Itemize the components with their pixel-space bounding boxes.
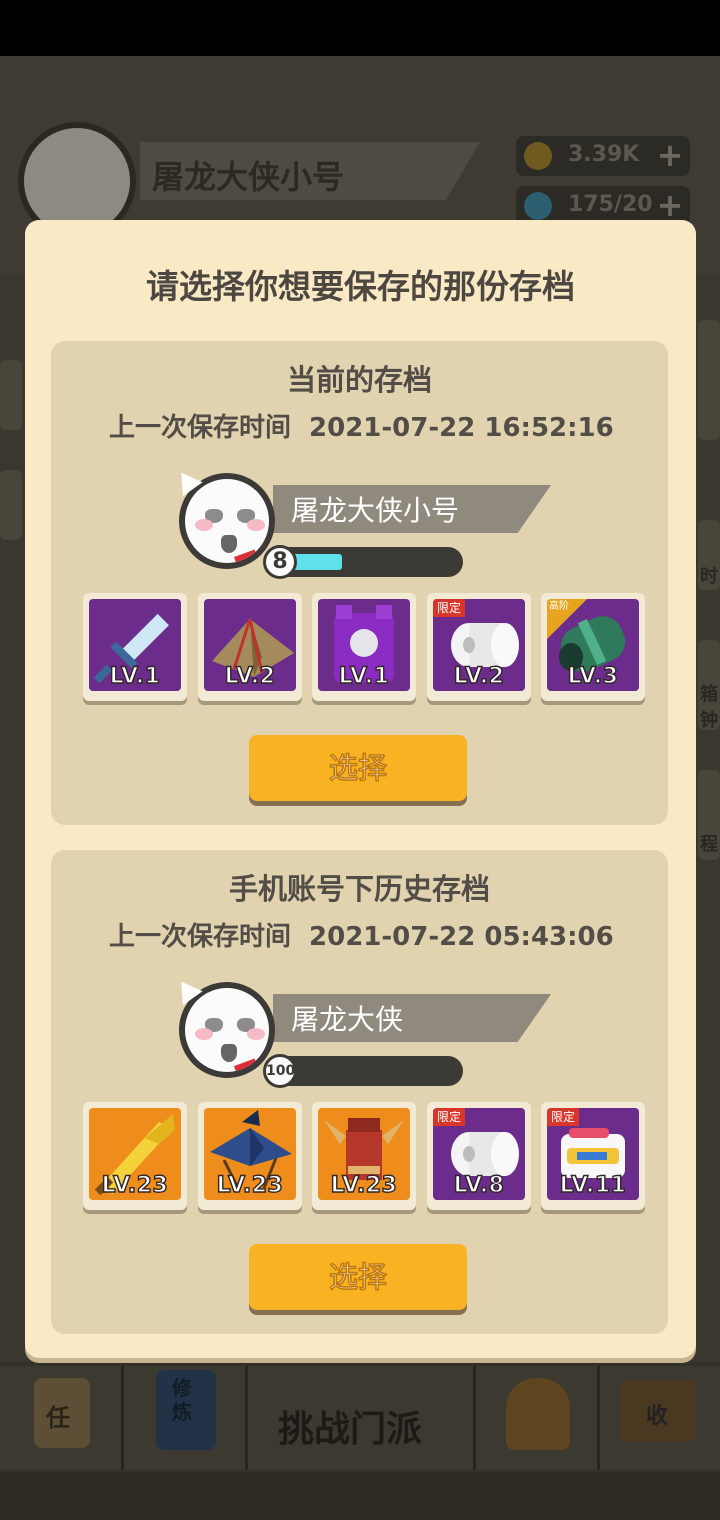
item-tile-hat[interactable]: LV.2: [198, 593, 302, 701]
avatar-blush-left: [195, 1028, 213, 1040]
select-current-save-button[interactable]: 选择: [249, 735, 467, 801]
side-label-clock: 钟: [700, 710, 718, 731]
item-level: LV.23: [101, 1172, 169, 1198]
item-level: LV.3: [567, 663, 619, 689]
item-level: LV.11: [559, 1172, 627, 1198]
level-progress-bar: [273, 1056, 463, 1086]
right-side-button-4[interactable]: 程: [698, 770, 720, 860]
side-label-time: 时: [700, 566, 718, 587]
history-save-card: 手机账号下历史存档 上一次保存时间 2021-07-22 05:43:06 屠龙大…: [51, 850, 668, 1334]
avatar-blush-left: [195, 519, 213, 531]
item-level: LV.1: [109, 663, 161, 689]
item-level: LV.2: [453, 663, 505, 689]
right-side-button-3[interactable]: 箱 钟: [698, 640, 720, 731]
nav-helmet[interactable]: [476, 1366, 600, 1470]
right-side-button-2[interactable]: 时: [698, 520, 720, 590]
task-icon-label: 任: [46, 1404, 70, 1432]
item-background: LV.23: [89, 1108, 181, 1200]
left-side-button-2[interactable]: [0, 470, 22, 540]
save-card-title: 手机账号下历史存档: [228, 872, 490, 906]
background-player-name: 屠龙大侠小号: [152, 158, 345, 196]
add-coins-button[interactable]: +: [654, 139, 686, 172]
house-icon: 收: [620, 1380, 696, 1442]
coin-amount: 3.39K: [568, 142, 640, 167]
dialog-title: 请选择你想要保存的那份存档: [146, 267, 575, 306]
right-side-button-1[interactable]: [698, 320, 720, 440]
helmet-icon: [506, 1378, 570, 1450]
add-energy-button[interactable]: +: [654, 189, 686, 222]
side-label-journey: 程: [700, 834, 718, 855]
item-tile-golden-sword[interactable]: LV.23: [83, 1102, 187, 1210]
coin-icon: [524, 142, 552, 170]
nav-task[interactable]: 任: [0, 1366, 124, 1470]
save-time-value: 2021-07-22 05:43:06: [309, 922, 614, 952]
item-background: 高阶 LV.3: [547, 599, 639, 691]
energy-icon: [524, 192, 552, 220]
side-label-box: 箱: [700, 684, 718, 705]
select-history-save-button[interactable]: 选择: [249, 1244, 467, 1310]
item-tile-umbrella-hat[interactable]: LV.23: [198, 1102, 302, 1210]
level-badge: 100: [263, 1054, 297, 1088]
item-tile-armor[interactable]: LV.1: [312, 593, 416, 701]
coin-counter: 3.39K +: [516, 136, 690, 176]
game-screen: 屠龙大侠小号 3.39K + 175/20 + 时 箱 钟 程 任 修炼 挑战门…: [0, 0, 720, 1520]
nav-train[interactable]: 修炼: [124, 1366, 248, 1470]
item-level: LV.23: [216, 1172, 284, 1198]
item-background: 限定 LV.2: [433, 599, 525, 691]
equipment-row: LV.1 LV.2 LV.1 限定 LV.2 高阶 LV.3: [83, 593, 645, 703]
avatar-blush-right: [247, 1028, 265, 1040]
item-tile-toilet-paper[interactable]: 限定 LV.2: [427, 593, 531, 701]
status-bar: [0, 0, 720, 56]
train-book-icon: 修炼: [156, 1370, 216, 1450]
nav-collect[interactable]: 收: [600, 1366, 720, 1470]
player-name: 屠龙大侠: [291, 1003, 404, 1036]
left-side-button[interactable]: [0, 360, 22, 430]
collect-icon-label: 收: [646, 1404, 669, 1429]
limited-tag: 限定: [547, 1108, 580, 1126]
level-progress-bar: [273, 547, 463, 577]
avatar-blush-right: [247, 519, 265, 531]
player-name: 屠龙大侠小号: [291, 494, 460, 527]
save-select-dialog: 请选择你想要保存的那份存档 当前的存档 上一次保存时间 2021-07-22 16…: [25, 220, 696, 1358]
save-time-label: 上一次保存时间: [109, 922, 292, 952]
avatar-mouth: [221, 1044, 237, 1062]
level-badge: 8: [263, 545, 297, 579]
item-background: LV.1: [89, 599, 181, 691]
save-time-value: 2021-07-22 16:52:16: [309, 413, 614, 443]
item-background: LV.23: [318, 1108, 410, 1200]
item-level: LV.8: [453, 1172, 505, 1198]
challenge-label: 挑战门派: [278, 1409, 423, 1450]
current-save-card: 当前的存档 上一次保存时间 2021-07-22 16:52:16 屠龙大侠小号 …: [51, 341, 668, 825]
item-level: LV.2: [224, 663, 276, 689]
item-background: LV.1: [318, 599, 410, 691]
level-progress-fill: [291, 554, 342, 570]
item-tile-ninja-armor[interactable]: LV.23: [312, 1102, 416, 1210]
energy-amount: 175/20: [568, 192, 653, 217]
limited-tag: 限定: [433, 1108, 466, 1126]
save-time: 上一次保存时间 2021-07-22 05:43:06: [109, 916, 614, 953]
save-time: 上一次保存时间 2021-07-22 16:52:16: [109, 407, 614, 444]
item-tile-snack-pack[interactable]: 限定 LV.11: [541, 1102, 645, 1210]
item-tile-sword[interactable]: LV.1: [83, 593, 187, 701]
item-level: LV.23: [330, 1172, 398, 1198]
save-card-title: 当前的存档: [286, 363, 432, 397]
item-tile-bracer[interactable]: 高阶 LV.3: [541, 593, 645, 701]
avatar-scarf: [233, 1058, 259, 1072]
item-tile-toilet-paper[interactable]: 限定 LV.8: [427, 1102, 531, 1210]
item-background: LV.2: [204, 599, 296, 691]
item-background: LV.23: [204, 1108, 296, 1200]
item-background: 限定 LV.11: [547, 1108, 639, 1200]
limited-tag: 限定: [433, 599, 466, 617]
task-scroll-icon: 任: [34, 1378, 90, 1448]
avatar-scarf: [233, 549, 259, 563]
equipment-row: LV.23 LV.23 LV.23 限定 LV.8 限定 LV.11: [83, 1102, 645, 1212]
item-level: LV.1: [338, 663, 390, 689]
system-nav-bar: [0, 1472, 720, 1520]
train-icon-label: 修炼: [172, 1376, 192, 1424]
avatar-mouth: [221, 535, 237, 553]
item-background: 限定 LV.8: [433, 1108, 525, 1200]
save-time-label: 上一次保存时间: [109, 413, 292, 443]
